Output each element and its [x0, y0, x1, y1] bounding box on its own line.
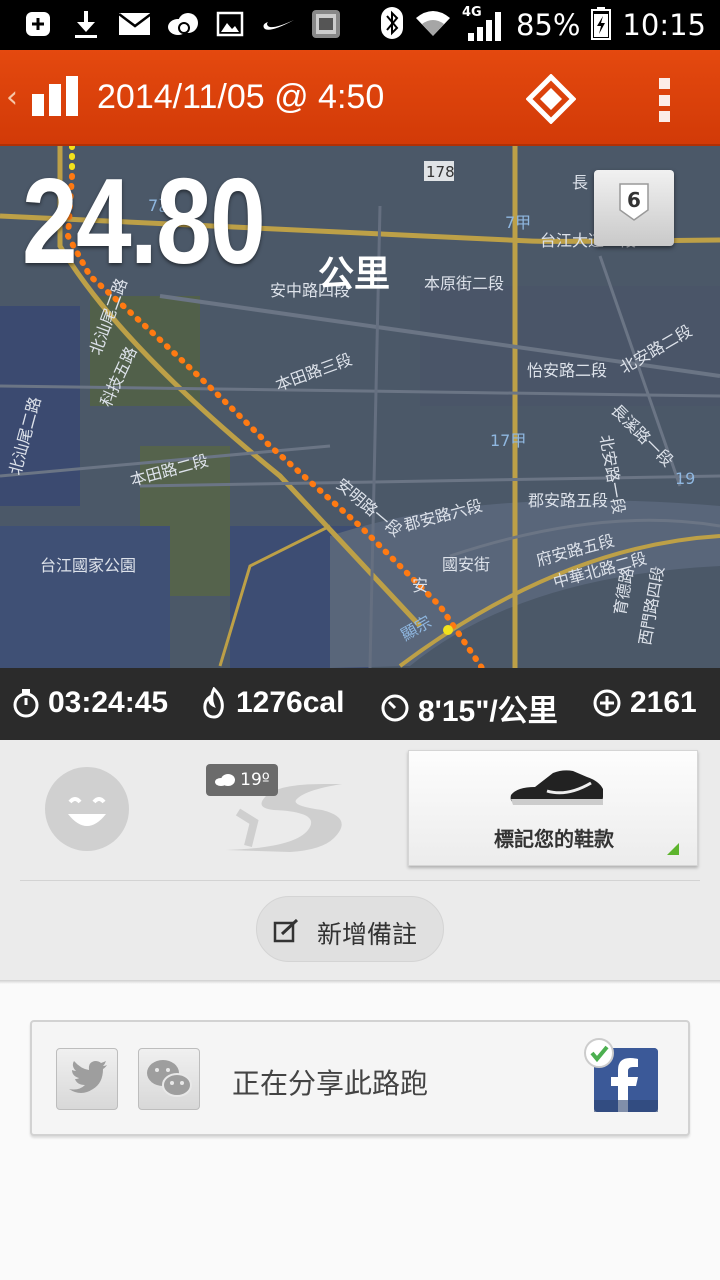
- add-note-label: 新增備註: [317, 920, 418, 949]
- nike-swoosh-icon: [262, 8, 294, 40]
- mood-smiley-button[interactable]: [44, 766, 130, 852]
- map-label-chang: 長: [572, 173, 588, 192]
- battery-percent: 85%: [515, 8, 581, 42]
- map-label-an: 安: [412, 576, 428, 595]
- tag-shoes-label: 標記您的鞋款: [494, 827, 614, 851]
- bluetooth-icon: [380, 6, 404, 44]
- share-card: 正在分享此路跑: [30, 1020, 690, 1136]
- map-label-yian: 怡安路二段: [527, 361, 607, 380]
- map-label-park: 台江國家公園: [40, 556, 136, 575]
- map-label-178: 178: [426, 163, 455, 181]
- sharing-status-label: 正在分享此路跑: [232, 1067, 429, 1100]
- stopwatch-icon: [13, 689, 39, 718]
- map-label-benyuan: 本原街二段: [424, 274, 504, 293]
- calories-value: 1276cal: [236, 686, 345, 719]
- status-bar: 4G 85% 10:15: [0, 0, 720, 50]
- gallery-icon: [214, 8, 246, 40]
- pace-gauge-icon: [381, 694, 409, 722]
- twitter-share-button[interactable]: [56, 1048, 118, 1110]
- add-notification-icon: [22, 8, 54, 40]
- distance-unit: 公里: [318, 254, 391, 295]
- temperature-value: 19º: [240, 770, 270, 790]
- back-chevron-icon[interactable]: ‹: [6, 80, 18, 115]
- stats-bar: 03:24:45 1276cal 8'15"/公里 2161: [0, 668, 720, 740]
- level-number: 6: [627, 188, 641, 212]
- cloud-sync-icon: [166, 8, 198, 40]
- wifi-icon: [414, 8, 452, 42]
- map-label-guoan: 國安街: [442, 555, 490, 574]
- add-note-button[interactable]: 新增備註: [256, 896, 444, 962]
- nikefuel-icon: [593, 689, 621, 717]
- tag-shoes-button[interactable]: 標記您的鞋款: [408, 750, 698, 866]
- mail-icon: [118, 8, 150, 40]
- distance-value: 24.80: [22, 153, 266, 289]
- map-label-17jia: 17甲: [490, 431, 526, 450]
- smiley-icon: [45, 767, 129, 851]
- duration-value: 03:24:45: [48, 686, 169, 719]
- fuel-value: 2161: [630, 686, 697, 719]
- photo-app-icon: [310, 8, 342, 40]
- download-icon: [70, 8, 102, 40]
- nike-plus-diamond-button[interactable]: [525, 73, 577, 125]
- facebook-selected-check-icon: [584, 1038, 614, 1068]
- cloud-icon: [215, 774, 236, 786]
- level-badge[interactable]: 6: [594, 170, 674, 246]
- app-bar: ‹ 2014/11/05 @ 4:50: [0, 50, 720, 146]
- edit-note-icon: [273, 919, 299, 943]
- map-label-7jia: 7甲: [505, 213, 531, 232]
- section-divider: [0, 980, 720, 984]
- activity-chart-logo-icon[interactable]: [30, 76, 82, 122]
- divider: [20, 880, 700, 881]
- corner-indicator-icon: [667, 843, 679, 855]
- temperature-badge: 19º: [206, 764, 278, 796]
- clock: 10:15: [622, 8, 706, 42]
- run-details-panel: 19º 標記您的鞋款 新增備註: [0, 740, 720, 980]
- pace-value: 8'15"/公里: [418, 695, 558, 728]
- overflow-menu-button[interactable]: [650, 78, 678, 122]
- battery-charging-icon: [590, 6, 612, 44]
- twitter-icon: [69, 1061, 107, 1093]
- wechat-icon: [147, 1060, 192, 1097]
- map-label-junan5: 郡安路五段: [528, 491, 608, 510]
- wechat-share-button[interactable]: [138, 1048, 200, 1110]
- shoe-icon: [510, 770, 603, 805]
- flame-icon: [203, 687, 224, 719]
- run-date-title: 2014/11/05 @ 4:50: [97, 78, 385, 116]
- map-label-19: 19: [675, 469, 695, 488]
- signal-4g-icon: 4G: [462, 5, 506, 43]
